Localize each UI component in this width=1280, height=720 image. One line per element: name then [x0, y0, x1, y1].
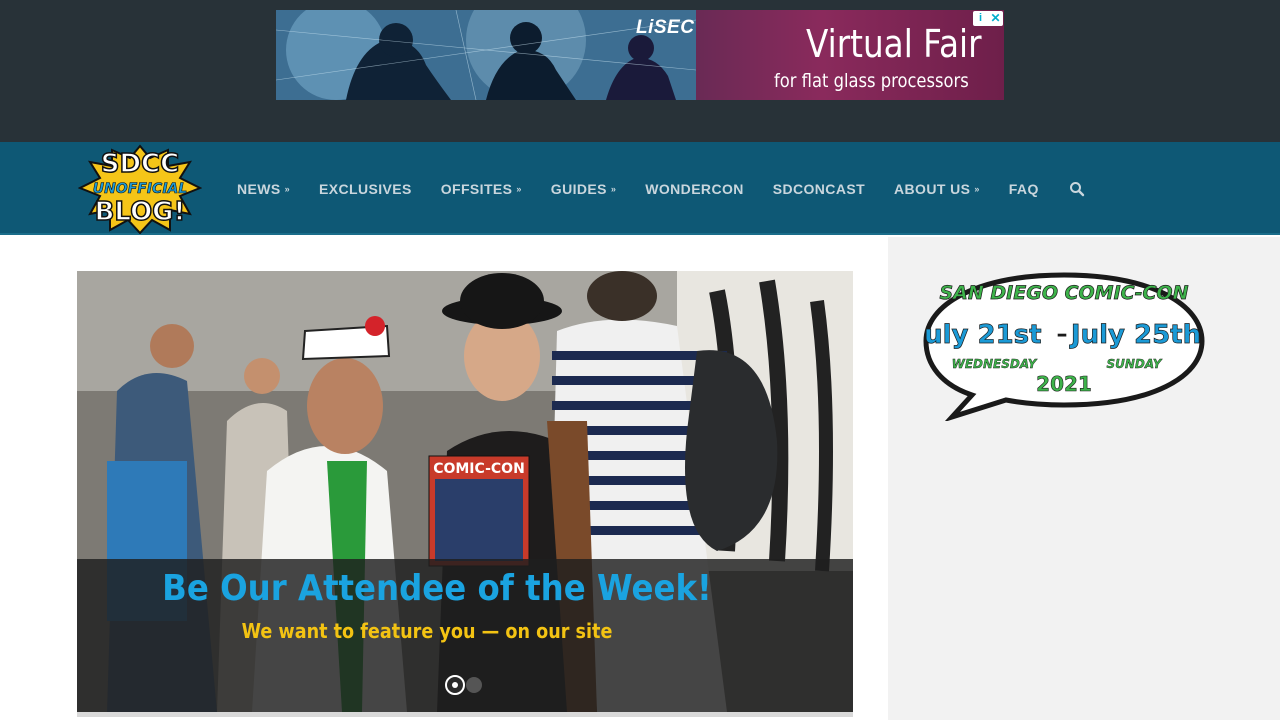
nav-item-label: OFFSITES — [440, 180, 513, 197]
chevron-down-icon: » — [516, 183, 522, 194]
advertisement-banner[interactable]: LiSEC Virtual Fair for flat glass proces… — [276, 10, 1004, 100]
chevron-down-icon: » — [284, 183, 291, 194]
nav-item-offsites[interactable]: OFFSITES » — [441, 181, 522, 197]
ad-close-icon[interactable]: ✕ — [988, 11, 1003, 26]
nav-item-label: SDCONCAST — [772, 180, 866, 197]
ad-artwork — [276, 10, 696, 100]
ad-title: Virtual Fair — [806, 22, 982, 66]
nav-item-guides[interactable]: GUIDES » — [551, 181, 616, 197]
badge-event-name: SAN DIEGO COMIC-CON — [940, 282, 1189, 304]
nav-item-label: ABOUT US — [894, 180, 971, 197]
main-nav: NEWS » EXCLUSIVES OFFSITES » GUIDES » WO… — [237, 142, 1085, 235]
nav-item-label: EXCLUSIVES — [319, 180, 412, 197]
slide-subtitle: We want to feature you — on our site — [241, 619, 613, 643]
ad-info-icon[interactable]: i — [973, 11, 988, 26]
badge-end-date: July 25th — [1069, 320, 1201, 350]
nav-item-exclusives[interactable]: EXCLUSIVES — [319, 181, 412, 197]
slider-bottom-border — [77, 712, 853, 717]
slider-dot-1[interactable] — [445, 675, 465, 695]
logo-text-blog: BLOG! — [95, 197, 186, 227]
ad-subtitle: for flat glass processors — [774, 70, 969, 92]
featured-slider[interactable]: COMIC-CON Be Our Attendee of the Week! W… — [77, 271, 853, 712]
chevron-down-icon: » — [610, 183, 617, 194]
logo-text-unofficial: UNOFFICIAL — [93, 181, 188, 197]
nav-item-faq[interactable]: FAQ — [1009, 181, 1039, 197]
nav-item-wondercon[interactable]: WONDERCON — [645, 181, 743, 197]
logo-text-sdcc: SDCC — [101, 149, 179, 179]
ad-brand-logo: LiSEC — [636, 17, 695, 38]
nav-item-news[interactable]: NEWS » — [237, 181, 290, 197]
search-icon[interactable] — [1069, 181, 1085, 197]
nav-item-label: GUIDES — [550, 180, 607, 197]
nav-item-label: WONDERCON — [645, 180, 744, 197]
comic-book-title: COMIC-CON — [433, 461, 525, 477]
nav-item-sdconcast[interactable]: SDCONCAST — [773, 181, 865, 197]
slider-pagination — [445, 675, 487, 695]
sdcc-dates-badge[interactable]: SAN DIEGO COMIC-CON July 21st – July 25t… — [922, 269, 1206, 421]
sidebar: SAN DIEGO COMIC-CON July 21st – July 25t… — [888, 237, 1280, 720]
badge-dash: – — [1057, 322, 1068, 347]
slider-dot-2[interactable] — [466, 677, 482, 693]
badge-start-date: July 21st — [922, 320, 1042, 350]
chevron-down-icon: » — [974, 183, 980, 194]
nav-item-about-us[interactable]: ABOUT US » — [894, 181, 980, 197]
badge-start-day: WEDNESDAY — [952, 357, 1038, 371]
nav-item-label: NEWS — [237, 180, 281, 197]
ad-band: LiSEC Virtual Fair for flat glass proces… — [0, 0, 1280, 142]
slide-title[interactable]: Be Our Attendee of the Week! — [113, 568, 761, 609]
badge-end-day: SUNDAY — [1107, 357, 1163, 371]
main-navbar: SDCC UNOFFICIAL BLOG! NEWS » EXCLUSIVES … — [0, 142, 1280, 235]
badge-year: 2021 — [1036, 372, 1092, 396]
nav-item-label: FAQ — [1008, 180, 1039, 197]
site-logo[interactable]: SDCC UNOFFICIAL BLOG! — [78, 144, 202, 234]
